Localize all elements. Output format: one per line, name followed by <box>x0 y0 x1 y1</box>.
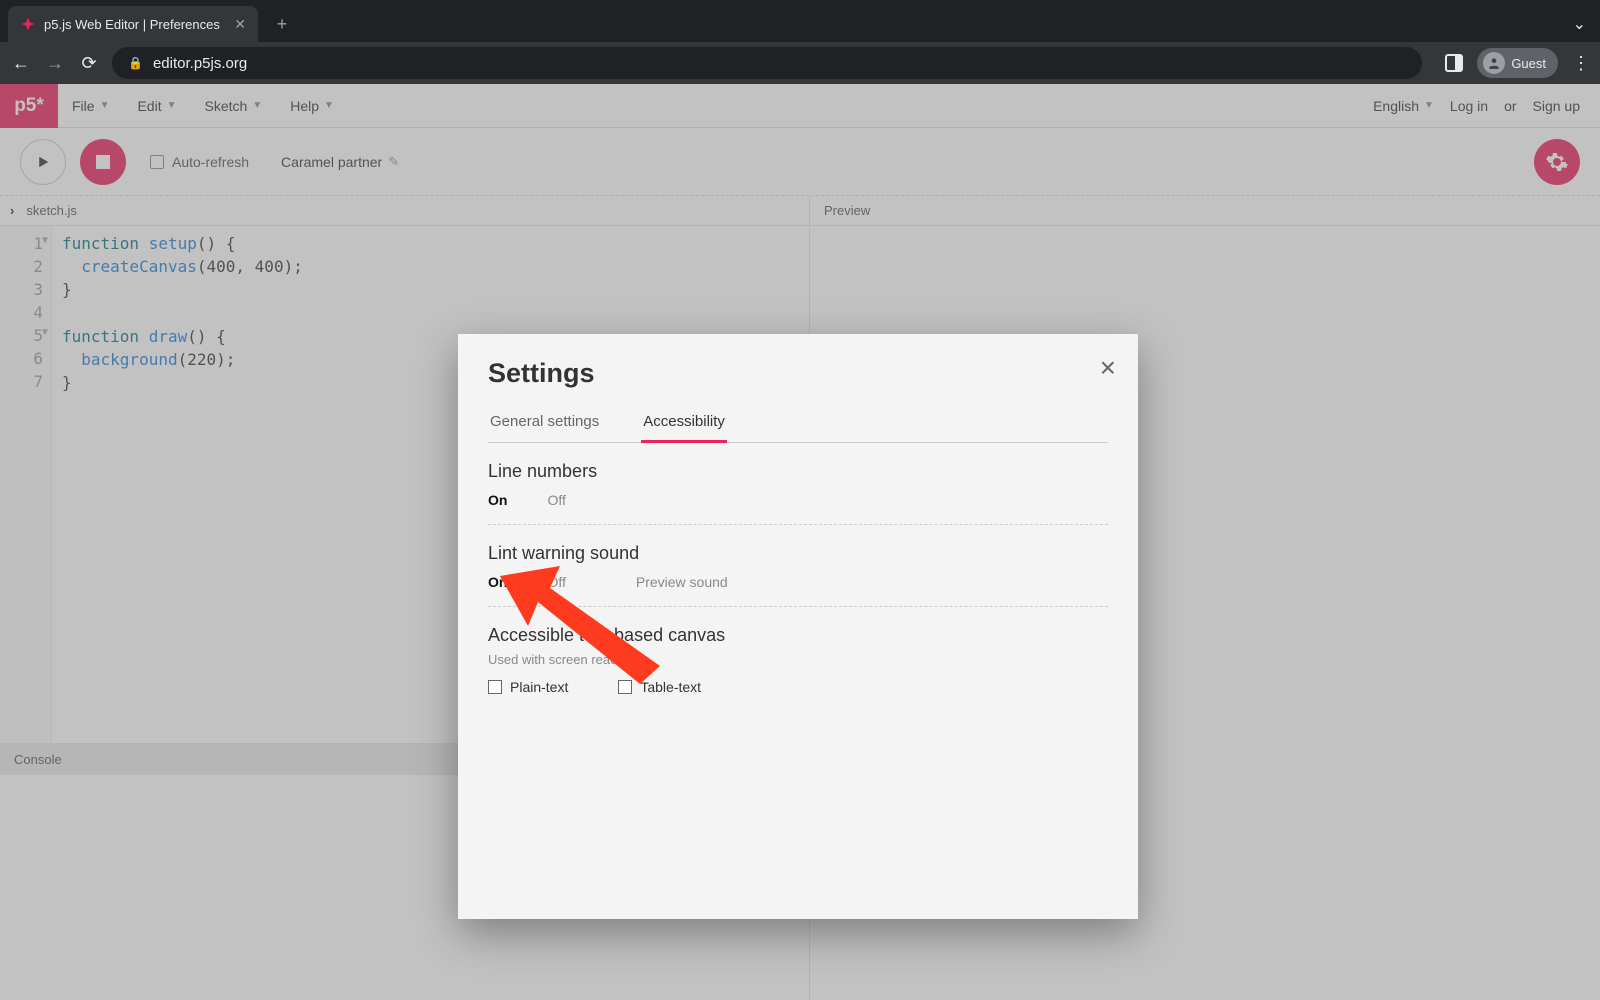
settings-modal: Settings × General settings Accessibilit… <box>458 334 1138 919</box>
profile-label: Guest <box>1511 56 1546 71</box>
tab-accessibility[interactable]: Accessibility <box>641 403 727 443</box>
back-button[interactable]: ← <box>10 53 32 74</box>
lint-off[interactable]: Off <box>547 574 565 590</box>
table-text-checkbox[interactable]: Table-text <box>618 679 701 695</box>
window-caret-icon[interactable]: ⌄ <box>1573 14 1586 34</box>
address-bar[interactable]: 🔒 editor.p5js.org <box>112 47 1422 79</box>
tab-strip: p5.js Web Editor | Preferences ✕ + ⌄ <box>0 0 1600 42</box>
profile-chip[interactable]: Guest <box>1477 48 1558 78</box>
side-panel-icon[interactable] <box>1445 54 1463 72</box>
forward-button: → <box>44 53 66 74</box>
checkbox-icon <box>618 680 632 694</box>
line-numbers-off[interactable]: Off <box>547 492 565 508</box>
line-numbers-on[interactable]: On <box>488 492 507 508</box>
browser-tab[interactable]: p5.js Web Editor | Preferences ✕ <box>8 6 258 42</box>
reload-button[interactable]: ⟳ <box>78 53 100 74</box>
p5-favicon-icon <box>20 16 36 32</box>
checkbox-icon <box>488 680 502 694</box>
section-accessible-canvas: Accessible text-based canvas Used with s… <box>488 607 1108 711</box>
close-tab-icon[interactable]: ✕ <box>234 16 246 33</box>
plain-text-checkbox[interactable]: Plain-text <box>488 679 568 695</box>
avatar-icon <box>1483 52 1505 74</box>
tab-title: p5.js Web Editor | Preferences <box>44 17 226 32</box>
canvas-subtitle: Used with screen reader <box>488 652 1108 667</box>
close-modal-button[interactable]: × <box>1100 352 1116 384</box>
lint-on[interactable]: On <box>488 574 507 590</box>
browser-toolbar: ← → ⟳ 🔒 editor.p5js.org Guest ⋮ <box>0 42 1600 84</box>
modal-title: Settings <box>488 358 1108 389</box>
canvas-title: Accessible text-based canvas <box>488 625 1108 646</box>
section-lint-sound: Lint warning sound On Off Preview sound <box>488 525 1108 607</box>
browser-menu-icon[interactable]: ⋮ <box>1572 53 1590 74</box>
lock-icon: 🔒 <box>128 56 143 70</box>
lint-preview-sound[interactable]: Preview sound <box>636 574 728 590</box>
line-numbers-title: Line numbers <box>488 461 1108 482</box>
url-text: editor.p5js.org <box>153 55 247 72</box>
section-line-numbers: Line numbers On Off <box>488 443 1108 525</box>
new-tab-button[interactable]: + <box>268 10 296 38</box>
browser-window: p5.js Web Editor | Preferences ✕ + ⌄ ← →… <box>0 0 1600 1000</box>
tab-general[interactable]: General settings <box>488 403 601 442</box>
lint-title: Lint warning sound <box>488 543 1108 564</box>
